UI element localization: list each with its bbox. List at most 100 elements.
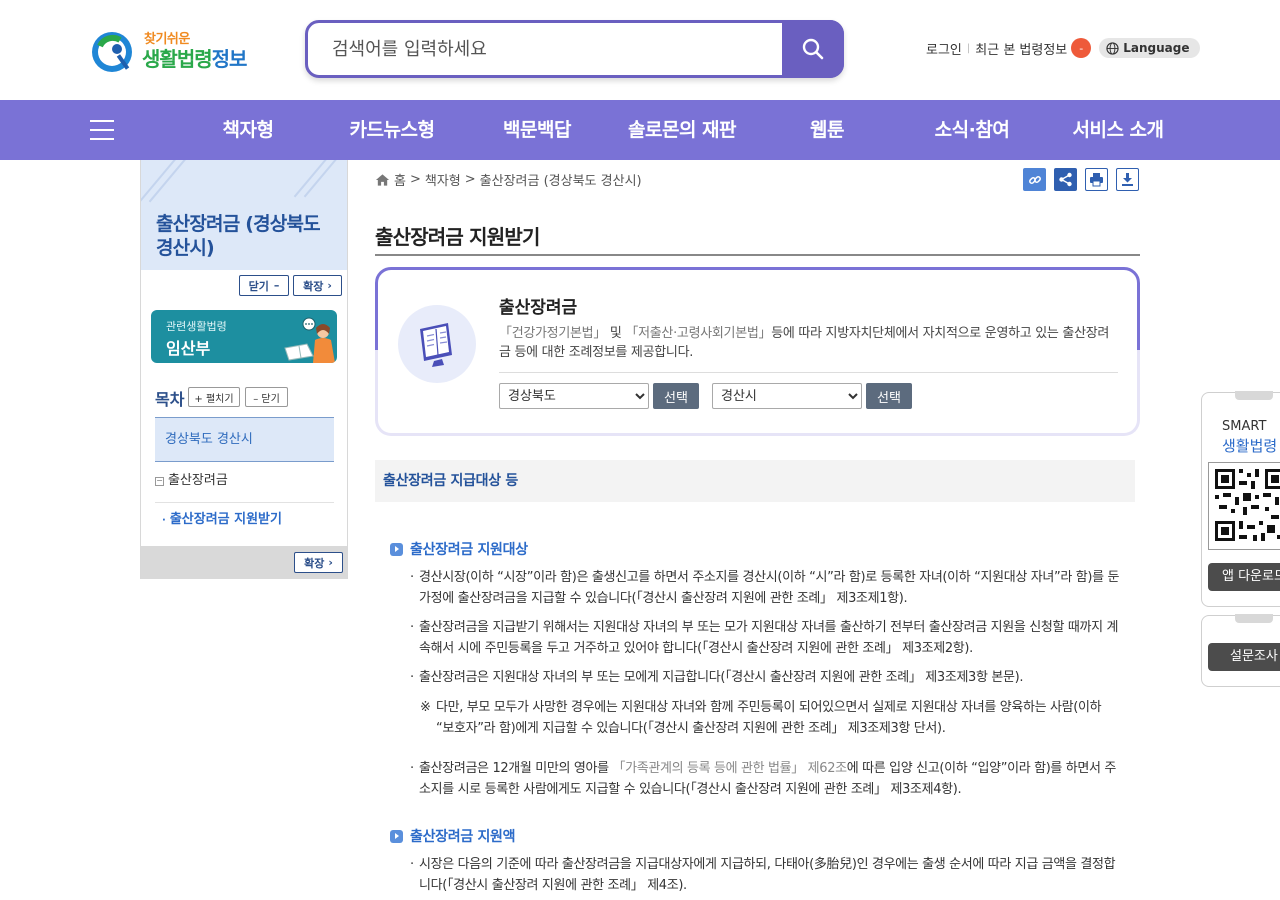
download-icon (1122, 173, 1133, 186)
paragraph-4-text: 출산장려금은 12개월 미만의 영아를 「가족관계의 등록 등에 관한 법률」 … (410, 759, 1122, 800)
paragraph-2: · 출산장려금을 지급받기 위해서는 지원대상 자녀의 부 또는 모가 지원대상 … (410, 618, 1122, 659)
breadcrumb-level1[interactable]: 책자형 (425, 170, 461, 189)
nav-item-book[interactable]: 책자형 (208, 100, 288, 160)
paragraph-4-part-a: 출산장려금은 12개월 미만의 영아를 (419, 761, 609, 776)
panel-hanger (1235, 614, 1273, 623)
share-button[interactable] (1054, 168, 1077, 191)
print-button[interactable] (1085, 168, 1108, 191)
toc-title: 목차 (155, 390, 185, 409)
bullet-dot: · (410, 761, 414, 776)
logo-title-part3: 정보 (211, 47, 248, 71)
panel-hanger (1235, 391, 1273, 400)
paragraph-3: · 출산장려금은 지원대상 자녀의 부 또는 모에게 지급합니다(「경산시 출산장… (410, 668, 1122, 689)
book-monitor-icon (420, 323, 452, 367)
nav-item-cardnews[interactable]: 카드뉴스형 (336, 100, 448, 160)
toc-item-incentive-label: 출산장려금 (168, 473, 228, 488)
law-link-1[interactable]: 「건강가정기본법」 (499, 326, 606, 341)
smart-label: SMART (1222, 419, 1267, 434)
related-law-banner[interactable]: 관련생활법령 임산부 (151, 310, 337, 363)
nav-item-solomon[interactable]: 솔로몬의 재판 (614, 100, 750, 160)
related-law-title: 임산부 (166, 339, 211, 358)
bullet-dot: · (410, 620, 414, 635)
chevron-right-icon: › (328, 556, 333, 569)
logo-mark-icon (92, 32, 132, 72)
paragraph-5-text: 시장은 다음의 기준에 따라 출산장려금을 지급대상자에게 지급하되, 다태아(… (419, 857, 1116, 893)
intro-divider (499, 372, 1118, 373)
breadcrumb-separator: > (409, 172, 421, 187)
breadcrumb-home[interactable]: 홈 (394, 170, 406, 189)
paragraph-5: · 시장은 다음의 기준에 따라 출산장려금을 지급대상자에게 지급하되, 다태아… (410, 855, 1122, 896)
nav-item-news[interactable]: 소식·참여 (922, 100, 1022, 160)
bullet-dot: · (410, 857, 414, 872)
toc-dot-icon: · (162, 515, 166, 526)
sidebar-close-label: 닫기 (248, 279, 269, 293)
nav-item-webtoon[interactable]: 웹툰 (796, 100, 858, 160)
qr-pattern (1215, 469, 1280, 541)
note-text: 다만, 부모 모두가 사망한 경우에는 지원대상 자녀와 함께 주민등록이 되어… (436, 700, 1102, 736)
link-icon (1028, 175, 1041, 184)
print-icon (1090, 173, 1103, 187)
logo-title: 생활법령정보 (142, 43, 248, 72)
site-logo[interactable]: 찾기쉬운 생활법령정보 (90, 28, 250, 74)
breadcrumb-level2[interactable]: 출산장려금 (경상북도 경산시) (480, 170, 642, 189)
paragraph-1-text: 경산시장(이하 “시장”이라 함)은 출생신고를 하면서 주소지를 경산시(이하… (419, 570, 1120, 606)
note-paragraph: ※ 다만, 부모 모두가 사망한 경우에는 지원대상 자녀와 함께 주민등록이 되… (420, 698, 1122, 739)
site-header: 찾기쉬운 생활법령정보 로그인 | 최근 본 법령정보 - Language (0, 0, 1280, 100)
search-button[interactable] (782, 20, 844, 78)
toc-collapse-all-button[interactable]: – 닫기 (245, 387, 288, 407)
utility-menu: 로그인 | 최근 본 법령정보 - Language (926, 36, 1200, 60)
sidebar-footer: 확장 › (141, 546, 347, 579)
sidebar-title: 출산장려금 (경상북도 경산시) (156, 213, 321, 259)
toc-item-region[interactable]: 경상북도 경산시 (155, 417, 334, 462)
smart-app-panel: SMART 생활법령 앱 다운로드 (1201, 391, 1280, 607)
download-button[interactable] (1116, 168, 1139, 191)
toc-item-incentive[interactable]: − 출산장려금 (155, 469, 334, 488)
intro-title: 출산장려금 (499, 298, 578, 318)
chevron-right-icon: › (327, 279, 332, 292)
sidebar-footer-expand-label: 확장 (304, 556, 325, 570)
intro-illustration (398, 305, 476, 383)
login-link[interactable]: 로그인 (926, 39, 962, 58)
nav-item-qna[interactable]: 백문백답 (488, 100, 586, 160)
app-download-button[interactable]: 앱 다운로드 (1208, 563, 1280, 591)
paragraph-4: · 출산장려금은 12개월 미만의 영아를 「가족관계의 등록 등에 관한 법률」… (410, 759, 1122, 800)
law-link-2[interactable]: 「저출산·고령사회기본법」 (625, 326, 771, 341)
search-input[interactable] (332, 33, 772, 65)
province-select[interactable]: 경상북도 (499, 383, 649, 409)
util-divider: | (966, 42, 971, 54)
language-label: Language (1123, 41, 1190, 55)
city-select[interactable]: 경산시 (712, 383, 862, 409)
home-icon (375, 173, 390, 186)
copy-link-button[interactable] (1023, 168, 1046, 191)
breadcrumb: 홈 > 책자형 > 출산장려금 (경상북도 경산시) (375, 170, 642, 189)
bullet-dot: · (410, 670, 414, 685)
sidebar-header: 출산장려금 (경상북도 경산시) (141, 160, 347, 270)
recent-laws-link[interactable]: 최근 본 법령정보 (975, 39, 1067, 58)
toc-expand-all-button[interactable]: + 펼치기 (188, 387, 240, 407)
toc-item-apply[interactable]: · 출산장려금 지원받기 (162, 508, 341, 527)
qr-code-icon (1208, 462, 1280, 550)
paragraph-3-text: 출산장려금은 지원대상 자녀의 부 또는 모에게 지급합니다(「경산시 출산장려… (419, 670, 1024, 685)
subsection-amount-label: 출산장려금 지원액 (410, 829, 516, 845)
sidebar-expand-button[interactable]: 확장 › (293, 275, 342, 296)
nav-item-about[interactable]: 서비스 소개 (1058, 100, 1178, 160)
province-select-button[interactable]: 선택 (653, 383, 699, 409)
sidebar-close-button[interactable]: 닫기 – (239, 275, 289, 296)
law-link-family-register[interactable]: 「가족관계의 등록 등에 관한 법률」 제62조 (613, 761, 848, 776)
hamburger-menu-icon[interactable] (90, 120, 114, 140)
play-bullet-icon (390, 542, 403, 556)
search-box (305, 20, 844, 78)
city-select-button[interactable]: 선택 (866, 383, 912, 409)
logo-title-part1: 생활 (142, 47, 178, 71)
collapse-square-icon: − (155, 476, 164, 486)
paragraph-1: · 경산시장(이하 “시장”이라 함)은 출생신고를 하면서 주소지를 경산시(이… (410, 568, 1122, 609)
survey-button[interactable]: 설문조사 (1208, 643, 1280, 671)
breadcrumb-separator: > (464, 172, 476, 187)
language-button[interactable]: Language (1099, 38, 1200, 58)
note-mark: ※ (420, 700, 431, 715)
left-sidebar: 출산장려금 (경상북도 경산시) 닫기 – 확장 › 관련생활법령 임산부 목차… (140, 160, 348, 579)
paragraph-2-text: 출산장려금을 지급받기 위해서는 지원대상 자녀의 부 또는 모가 지원대상 자… (419, 620, 1119, 656)
smart-app-name: 생활법령 (1222, 437, 1278, 455)
toc-divider (155, 502, 334, 503)
sidebar-footer-expand-button[interactable]: 확장 › (294, 552, 343, 573)
